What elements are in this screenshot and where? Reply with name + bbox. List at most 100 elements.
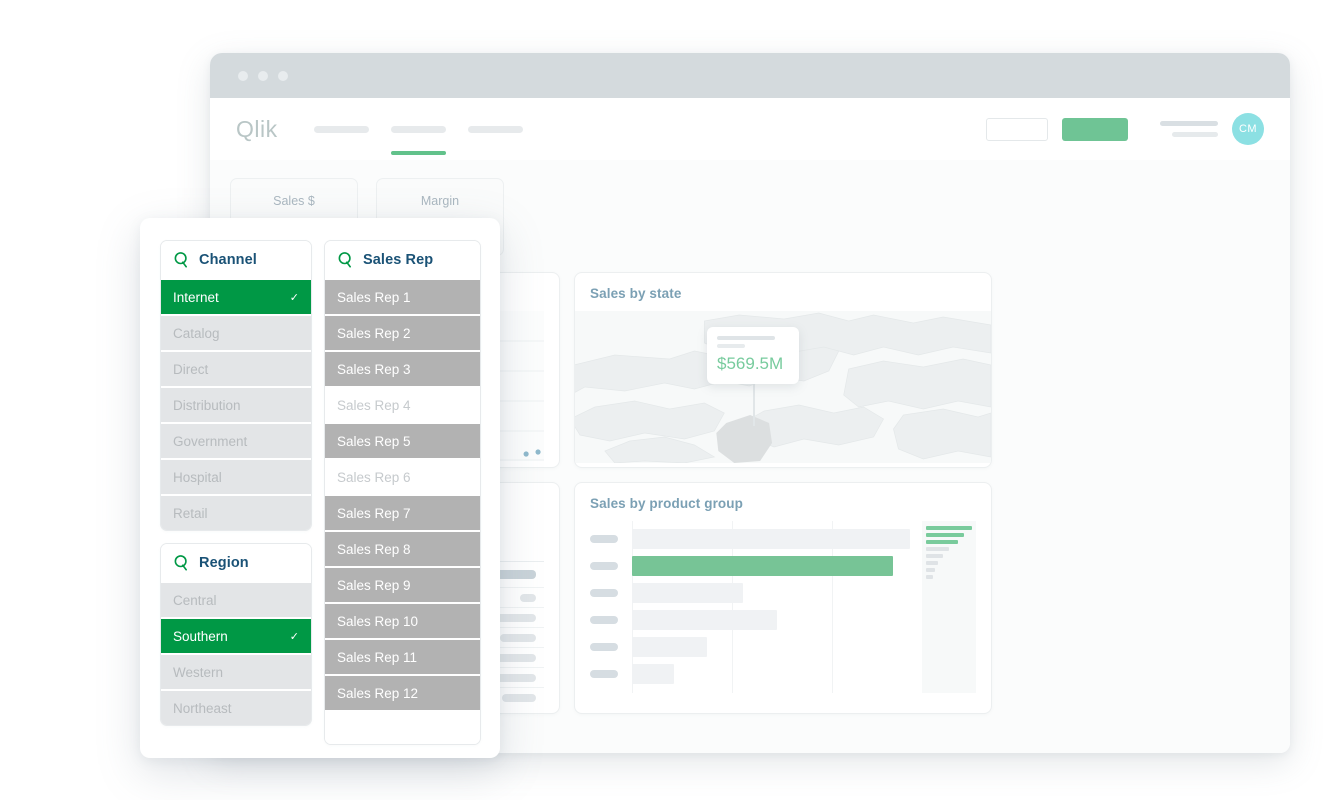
qlik-lasso-search-icon[interactable] bbox=[173, 251, 190, 268]
map-tooltip-stem bbox=[753, 384, 755, 426]
user-role-placeholder bbox=[1172, 132, 1218, 137]
filter-item-label: Distribution bbox=[173, 398, 241, 413]
filter-item-label: Hospital bbox=[173, 470, 222, 485]
tooltip-sublabel-placeholder bbox=[717, 344, 745, 348]
header-primary-button[interactable] bbox=[1062, 118, 1128, 141]
user-name-placeholder bbox=[1160, 121, 1218, 126]
nav-item-3[interactable] bbox=[468, 126, 523, 133]
window-maximize-dot[interactable] bbox=[278, 71, 288, 81]
filter-item-label: Sales Rep 7 bbox=[337, 506, 411, 521]
filter-item-catalog[interactable]: Catalog bbox=[161, 314, 311, 350]
card-sales-by-state[interactable]: Sales by state bbox=[574, 272, 992, 468]
qlik-lasso-search-icon[interactable] bbox=[173, 554, 190, 571]
filter-item-government[interactable]: Government bbox=[161, 422, 311, 458]
mini-bar-3 bbox=[926, 540, 958, 544]
filter-pane-sales-rep: Sales Rep Sales Rep 1 Sales Rep 2 Sales … bbox=[324, 240, 481, 745]
filter-list-empty-row bbox=[325, 710, 480, 744]
kpi-label-sales: Sales $ bbox=[273, 194, 315, 208]
mini-bar-7 bbox=[926, 568, 935, 572]
filter-item-label: Retail bbox=[173, 506, 208, 521]
filter-title-channel: Channel bbox=[199, 252, 257, 268]
filter-item-label: Sales Rep 2 bbox=[337, 326, 411, 341]
filter-item-label: Sales Rep 1 bbox=[337, 290, 411, 305]
app-header-bar: Qlik CM bbox=[210, 98, 1290, 160]
qlik-lasso-search-icon[interactable] bbox=[337, 251, 354, 268]
check-icon: ✓ bbox=[290, 291, 299, 304]
nav-placeholder-group bbox=[314, 126, 523, 133]
nav-item-1[interactable] bbox=[314, 126, 369, 133]
bar-6[interactable] bbox=[632, 664, 674, 684]
window-minimize-dot[interactable] bbox=[258, 71, 268, 81]
filter-pane-channel: Channel Internet ✓ Catalog Direct Distri… bbox=[160, 240, 312, 531]
bar-label-1 bbox=[590, 535, 618, 543]
check-icon: ✓ bbox=[290, 630, 299, 643]
header-user-meta bbox=[1160, 121, 1218, 137]
bar-label-4 bbox=[590, 616, 618, 624]
filter-item-sales-rep-4[interactable]: Sales Rep 4 bbox=[325, 386, 480, 422]
card-title-sales-by-state: Sales by state bbox=[575, 286, 991, 301]
product-group-chart[interactable] bbox=[590, 521, 976, 693]
header-search-input[interactable] bbox=[986, 118, 1048, 141]
filter-item-label: Sales Rep 3 bbox=[337, 362, 411, 377]
filter-item-sales-rep-7[interactable]: Sales Rep 7 bbox=[325, 494, 480, 530]
bar-4[interactable] bbox=[632, 610, 777, 630]
filter-header-region[interactable]: Region bbox=[161, 544, 311, 581]
filter-item-sales-rep-8[interactable]: Sales Rep 8 bbox=[325, 530, 480, 566]
nav-item-2-active[interactable] bbox=[391, 126, 446, 133]
bar-3[interactable] bbox=[632, 583, 743, 603]
bar-1[interactable] bbox=[632, 529, 910, 549]
map-tooltip: $569.5M bbox=[707, 327, 799, 384]
filter-item-label: Government bbox=[173, 434, 247, 449]
bar-chart-main bbox=[590, 521, 910, 693]
mini-bar-strip[interactable] bbox=[922, 521, 976, 693]
filter-item-internet[interactable]: Internet ✓ bbox=[161, 278, 311, 314]
filter-item-sales-rep-6[interactable]: Sales Rep 6 bbox=[325, 458, 480, 494]
filter-item-southern[interactable]: Southern ✓ bbox=[161, 617, 311, 653]
header-actions: CM bbox=[986, 113, 1264, 145]
filter-item-central[interactable]: Central bbox=[161, 581, 311, 617]
filter-item-sales-rep-9[interactable]: Sales Rep 9 bbox=[325, 566, 480, 602]
tooltip-label-placeholder bbox=[717, 336, 775, 340]
filter-title-sales-rep: Sales Rep bbox=[363, 252, 433, 268]
filter-column-left: Channel Internet ✓ Catalog Direct Distri… bbox=[160, 240, 312, 726]
filter-item-sales-rep-3[interactable]: Sales Rep 3 bbox=[325, 350, 480, 386]
filter-column-right: Sales Rep Sales Rep 1 Sales Rep 2 Sales … bbox=[324, 240, 481, 745]
bar-label-2 bbox=[590, 562, 618, 570]
filter-item-label: Sales Rep 11 bbox=[337, 650, 417, 665]
avatar[interactable]: CM bbox=[1232, 113, 1264, 145]
bar-plot-area bbox=[632, 521, 910, 693]
filter-item-sales-rep-1[interactable]: Sales Rep 1 bbox=[325, 278, 480, 314]
card-sales-by-product-group[interactable]: Sales by product group bbox=[574, 482, 992, 714]
window-close-dot[interactable] bbox=[238, 71, 248, 81]
filter-item-label: Sales Rep 4 bbox=[337, 398, 411, 413]
bar-5[interactable] bbox=[632, 637, 707, 657]
filter-item-label: Sales Rep 10 bbox=[337, 614, 418, 629]
qlik-logo[interactable]: Qlik bbox=[236, 116, 278, 143]
filter-item-sales-rep-2[interactable]: Sales Rep 2 bbox=[325, 314, 480, 350]
filter-item-label: Western bbox=[173, 665, 223, 680]
filter-item-northeast[interactable]: Northeast bbox=[161, 689, 311, 725]
mini-bar-1 bbox=[926, 526, 972, 530]
filter-item-sales-rep-10[interactable]: Sales Rep 10 bbox=[325, 602, 480, 638]
filter-item-sales-rep-5[interactable]: Sales Rep 5 bbox=[325, 422, 480, 458]
card-title-sales-by-product-group: Sales by product group bbox=[590, 496, 976, 511]
bar-label-5 bbox=[590, 643, 618, 651]
filter-item-label: Northeast bbox=[173, 701, 232, 716]
filter-item-western[interactable]: Western bbox=[161, 653, 311, 689]
bar-label-6 bbox=[590, 670, 618, 678]
map-tooltip-value: $569.5M bbox=[717, 354, 789, 374]
filter-item-label: Sales Rep 5 bbox=[337, 434, 411, 449]
filter-item-direct[interactable]: Direct bbox=[161, 350, 311, 386]
filter-panel-overlay: Channel Internet ✓ Catalog Direct Distri… bbox=[140, 218, 500, 758]
screenshot-root: Qlik CM Sales $ 4.82M bbox=[0, 0, 1340, 800]
filter-header-sales-rep[interactable]: Sales Rep bbox=[325, 241, 480, 278]
filter-item-retail[interactable]: Retail bbox=[161, 494, 311, 530]
filter-item-hospital[interactable]: Hospital bbox=[161, 458, 311, 494]
filter-item-label: Sales Rep 12 bbox=[337, 686, 418, 701]
bar-2-highlighted[interactable] bbox=[632, 556, 893, 576]
map-canvas[interactable]: $569.5M bbox=[575, 311, 991, 463]
filter-header-channel[interactable]: Channel bbox=[161, 241, 311, 278]
filter-item-sales-rep-11[interactable]: Sales Rep 11 bbox=[325, 638, 480, 674]
filter-item-sales-rep-12[interactable]: Sales Rep 12 bbox=[325, 674, 480, 710]
filter-item-distribution[interactable]: Distribution bbox=[161, 386, 311, 422]
